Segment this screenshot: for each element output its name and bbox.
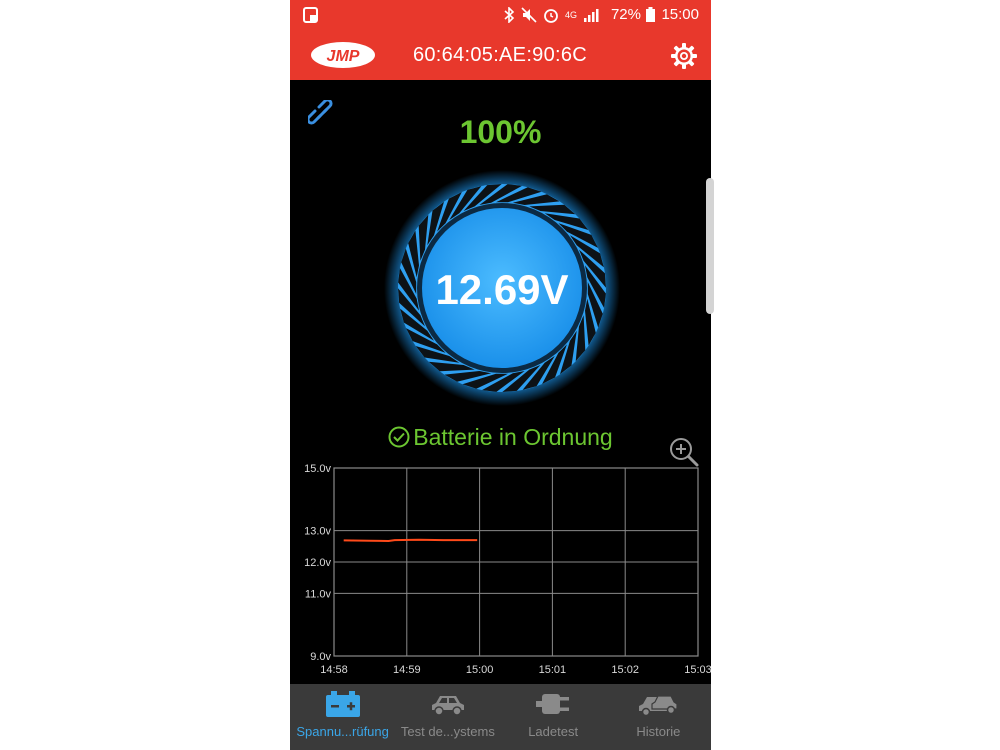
- car-icon: [431, 696, 464, 716]
- chart-y-tick-label: 15.0v: [304, 463, 331, 475]
- car-compare-icon: [639, 695, 678, 717]
- status-bar: 4G 72% 15:00: [290, 0, 711, 30]
- bluetooth-icon: [504, 7, 515, 23]
- nav-system-test[interactable]: Test de...ystems: [395, 684, 500, 750]
- screenshot-notification-icon: [303, 7, 318, 23]
- chart-y-tick-label: 11.0v: [305, 588, 332, 600]
- nav-label: Spannu...rüfung: [296, 724, 389, 739]
- voltage-readout: 12.69V: [435, 266, 568, 313]
- battery-status-text: Batterie in Ordnung: [413, 424, 613, 450]
- nav-voltage-test[interactable]: Spannu...rüfung: [290, 684, 395, 750]
- logo-text: JMP: [327, 48, 360, 65]
- jmp-logo: JMP: [311, 42, 375, 68]
- chart-x-tick-label: 15:02: [611, 664, 639, 676]
- status-time: 15:00: [661, 6, 699, 23]
- chart-x-tick-label: 14:59: [393, 664, 421, 676]
- signal-icon: [584, 9, 599, 22]
- app-header: 4G 72% 15:00 JMP 60:64:05:AE:90:6C: [290, 0, 711, 80]
- nav-charge-test[interactable]: Ladetest: [501, 684, 606, 750]
- nav-label: Test de...ystems: [400, 724, 495, 739]
- nav-label: Historie: [636, 724, 681, 739]
- device-mac-address: 60:64:05:AE:90:6C: [412, 44, 588, 66]
- battery-status: Batterie in Ordnung: [290, 424, 711, 451]
- alarm-icon: [544, 9, 558, 23]
- nav-label: Ladetest: [528, 724, 579, 739]
- battery-icon: [325, 691, 360, 717]
- voltage-gauge: 12.69V: [384, 170, 620, 406]
- chart-x-tick-label: 14:58: [320, 664, 348, 676]
- chart-x-tick-label: 15:03: [684, 664, 711, 676]
- chart-y-tick-label: 13.0v: [304, 526, 331, 538]
- settings-gear-icon[interactable]: [669, 41, 699, 71]
- network-type: 4G: [564, 9, 577, 20]
- mute-icon: [521, 7, 537, 23]
- chart-x-tick-label: 15:00: [466, 664, 494, 676]
- check-circle-icon: [388, 426, 410, 448]
- nav-history[interactable]: Historie: [606, 684, 711, 750]
- bottom-navigation: Spannu...rüfung Test de...ystems Ladetes…: [290, 684, 711, 750]
- voltage-chart: 9.0v 11.0v 12.0v 13.0v 15.0v 14:58 14:59 15:00 1…: [304, 463, 711, 676]
- charge-percent: 100%: [459, 114, 542, 150]
- status-icons: 4G: [503, 6, 599, 24]
- plug-icon: [536, 694, 570, 714]
- chart-y-tick-label: 9.0v: [310, 651, 331, 663]
- phone-side-button: [706, 178, 714, 314]
- battery-status-icon: [646, 7, 655, 22]
- chart-x-tick-label: 15:01: [539, 664, 567, 676]
- phone-screen: 4G 72% 15:00 JMP 60:64:05:AE:90:6C 100% …: [290, 0, 711, 750]
- chart-y-tick-label: 12.0v: [304, 557, 331, 569]
- battery-percent: 72%: [610, 6, 641, 23]
- chart-series-line: [343, 538, 478, 543]
